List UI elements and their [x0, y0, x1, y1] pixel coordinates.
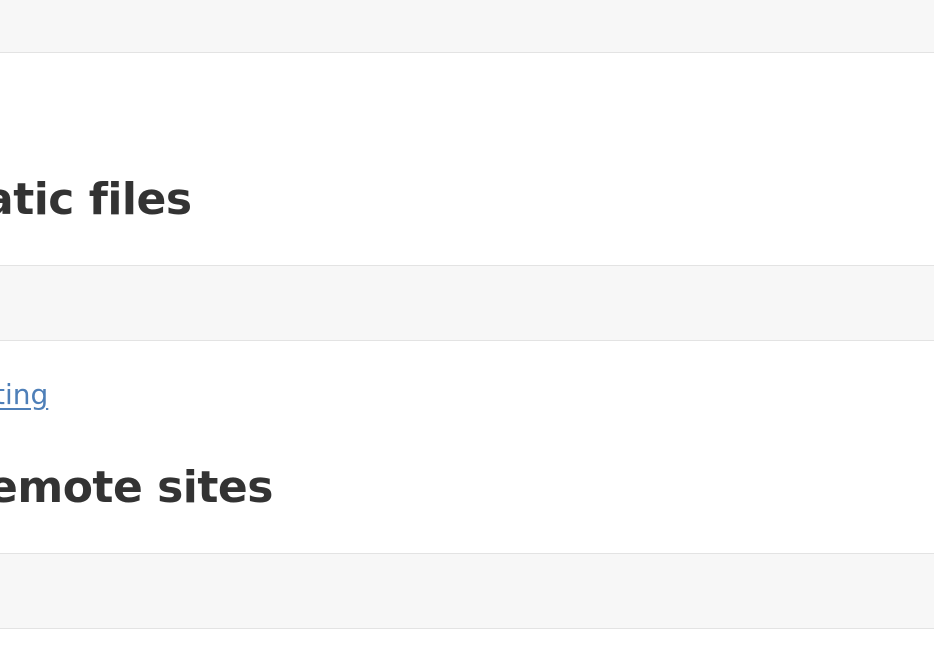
- section-heading-static-files: atic files: [0, 174, 192, 225]
- header-bar: [0, 0, 934, 53]
- page: atic files ting emote sites: [0, 0, 934, 652]
- section-bar: [0, 553, 934, 629]
- section-bar: [0, 265, 934, 341]
- section-heading-remote-sites: emote sites: [0, 462, 273, 513]
- doc-link[interactable]: ting: [0, 377, 48, 413]
